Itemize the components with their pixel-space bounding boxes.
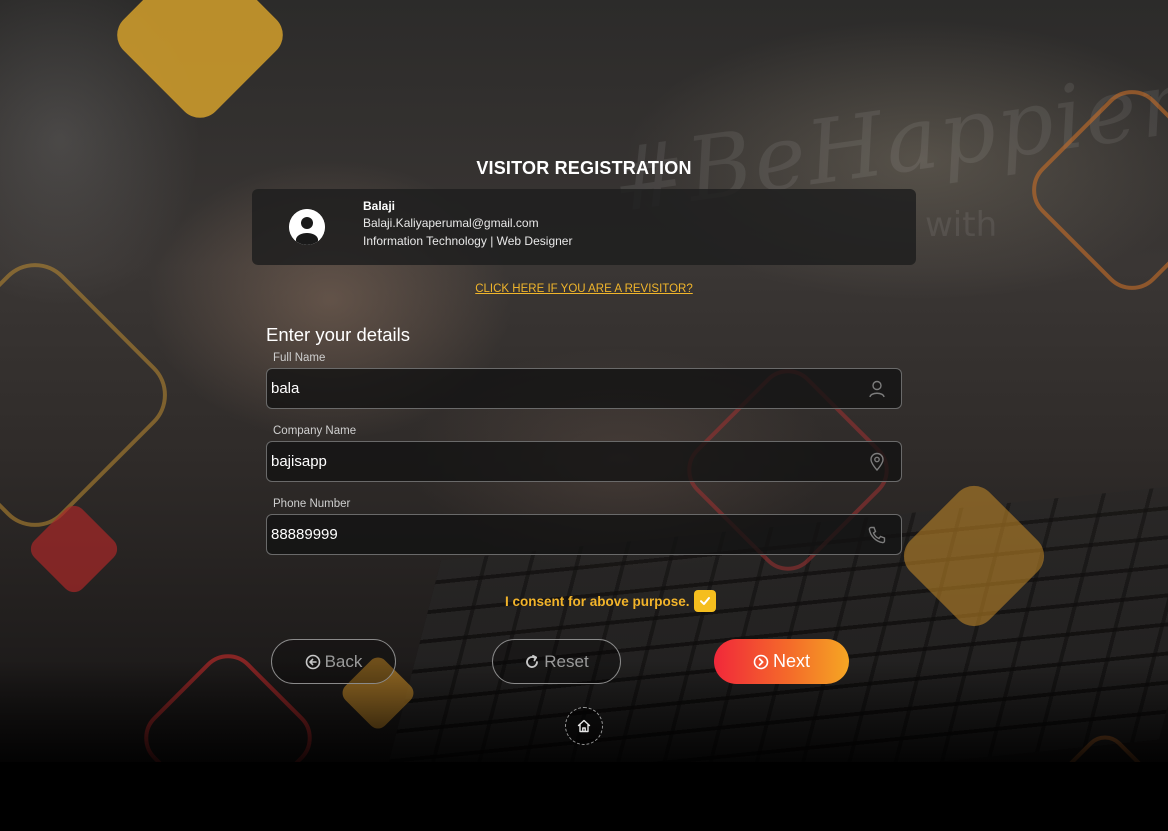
host-email: Balaji.Kaliyaperumal@gmail.com	[363, 216, 539, 230]
host-name: Balaji	[363, 199, 396, 213]
reset-button-label: Reset	[544, 651, 589, 671]
decor-diamond	[108, 0, 292, 127]
reset-button[interactable]: Reset	[492, 639, 621, 684]
phone-number-label: Phone Number	[273, 498, 351, 510]
user-icon	[869, 380, 885, 398]
consent-checkbox[interactable]	[693, 590, 716, 612]
next-button-label: Next	[772, 651, 810, 671]
bottom-band	[0, 762, 1168, 831]
home-icon	[577, 719, 591, 733]
consent-row: I consent for above purpose.	[505, 590, 716, 612]
section-title: Enter your details	[266, 324, 410, 345]
company-name-label: Company Name	[273, 425, 357, 437]
full-name-input[interactable]	[267, 369, 857, 408]
company-name-input[interactable]	[267, 442, 857, 481]
full-name-field-box	[266, 368, 902, 409]
host-card: Balaji Balaji.Kaliyaperumal@gmail.com In…	[252, 189, 916, 265]
consent-label: I consent for above purpose.	[505, 593, 690, 609]
reset-icon	[526, 654, 539, 668]
decor-diamond-outline	[0, 246, 184, 544]
location-pin-icon	[870, 452, 884, 472]
next-button[interactable]: Next	[714, 639, 849, 684]
background-watermark-sub: with	[925, 205, 998, 245]
revisitor-link[interactable]: CLICK HERE IF YOU ARE A REVISITOR?	[384, 283, 784, 295]
phone-number-field-box	[266, 514, 902, 555]
page-title: VISITOR REGISTRATION	[476, 158, 692, 178]
back-button-label: Back	[324, 651, 363, 671]
full-name-label: Full Name	[273, 352, 326, 364]
phone-number-input[interactable]	[267, 515, 857, 554]
company-name-field-box	[266, 441, 902, 482]
user-avatar-icon	[289, 209, 325, 245]
back-arrow-icon	[305, 654, 320, 669]
home-button[interactable]	[565, 707, 603, 745]
check-icon	[699, 597, 710, 605]
phone-icon	[868, 526, 886, 544]
next-arrow-icon	[753, 654, 769, 669]
host-department: Information Technology | Web Designer	[363, 234, 573, 248]
back-button[interactable]: Back	[271, 639, 396, 684]
